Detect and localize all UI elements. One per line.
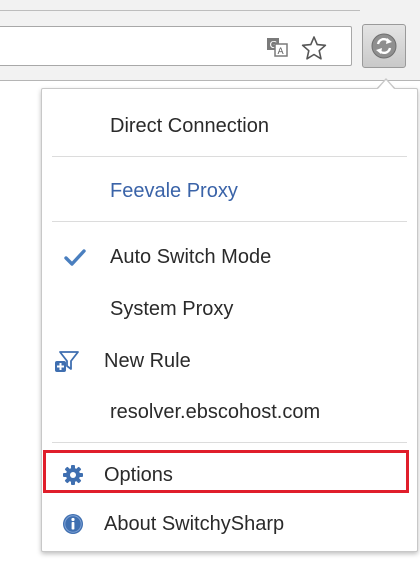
switchysharp-extension-button[interactable] xyxy=(362,24,406,68)
browser-window: G A Direct Connection Feevale Proxy Auto… xyxy=(0,0,420,561)
address-bar[interactable]: G A xyxy=(0,26,352,66)
menu-item-feevale-proxy[interactable]: Feevale Proxy xyxy=(42,174,417,208)
menu-separator xyxy=(52,442,407,443)
auto-switch-mode-label: Auto Switch Mode xyxy=(110,246,272,268)
popup-pointer-fill xyxy=(377,80,395,90)
svg-text:A: A xyxy=(278,47,285,57)
menu-item-rule-host[interactable]: resolver.ebscohost.com xyxy=(42,395,417,429)
menu-item-auto-switch-mode[interactable]: Auto Switch Mode xyxy=(42,240,417,274)
browser-toolbar: G A xyxy=(0,16,420,81)
system-proxy-label: System Proxy xyxy=(110,298,234,320)
switchysharp-extension-icon xyxy=(371,33,397,59)
menu-item-direct-connection[interactable]: Direct Connection xyxy=(42,109,417,143)
menu-item-about[interactable]: About SwitchySharp xyxy=(42,507,417,541)
menu-separator xyxy=(52,221,407,222)
direct-connection-label: Direct Connection xyxy=(110,115,269,137)
menu-item-new-rule[interactable]: New Rule xyxy=(42,344,417,378)
tab-strip-edge xyxy=(0,10,360,11)
translate-icon[interactable]: G A xyxy=(265,35,289,59)
new-rule-label: New Rule xyxy=(104,350,191,372)
rule-host-label: resolver.ebscohost.com xyxy=(110,401,321,423)
about-label: About SwitchySharp xyxy=(104,513,285,535)
menu-separator xyxy=(52,156,407,157)
info-icon xyxy=(62,513,84,535)
options-highlight-annotation xyxy=(43,450,409,493)
filter-add-icon xyxy=(54,349,80,375)
proxy-profile-label: Feevale Proxy xyxy=(110,180,238,202)
checkmark-icon xyxy=(64,246,86,268)
bookmark-star-icon[interactable] xyxy=(301,35,327,60)
menu-item-system-proxy[interactable]: System Proxy xyxy=(42,292,417,326)
